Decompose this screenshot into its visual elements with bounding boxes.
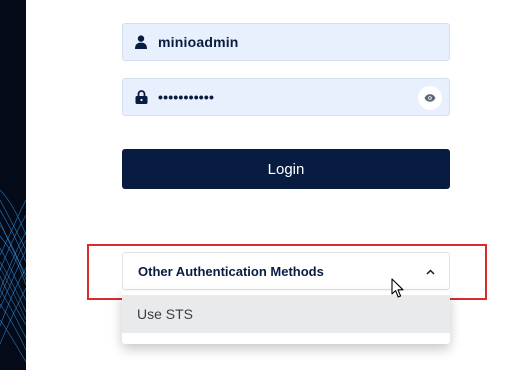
username-value: minioadmin <box>158 34 239 50</box>
mouse-cursor-icon <box>391 278 405 304</box>
lock-icon <box>134 90 148 104</box>
user-icon <box>134 35 148 49</box>
login-button[interactable]: Login <box>122 149 450 189</box>
background-decoration <box>0 0 26 370</box>
other-auth-methods-label: Other Authentication Methods <box>138 263 324 279</box>
chevron-up-icon <box>426 262 435 280</box>
eye-icon <box>424 89 436 107</box>
show-password-button[interactable] <box>418 86 442 110</box>
password-field[interactable]: ••••••••••• <box>122 78 450 116</box>
use-sts-label: Use STS <box>137 306 194 322</box>
login-button-label: Login <box>267 160 305 178</box>
password-value: ••••••••••• <box>158 89 215 105</box>
username-field[interactable]: minioadmin <box>122 23 450 61</box>
